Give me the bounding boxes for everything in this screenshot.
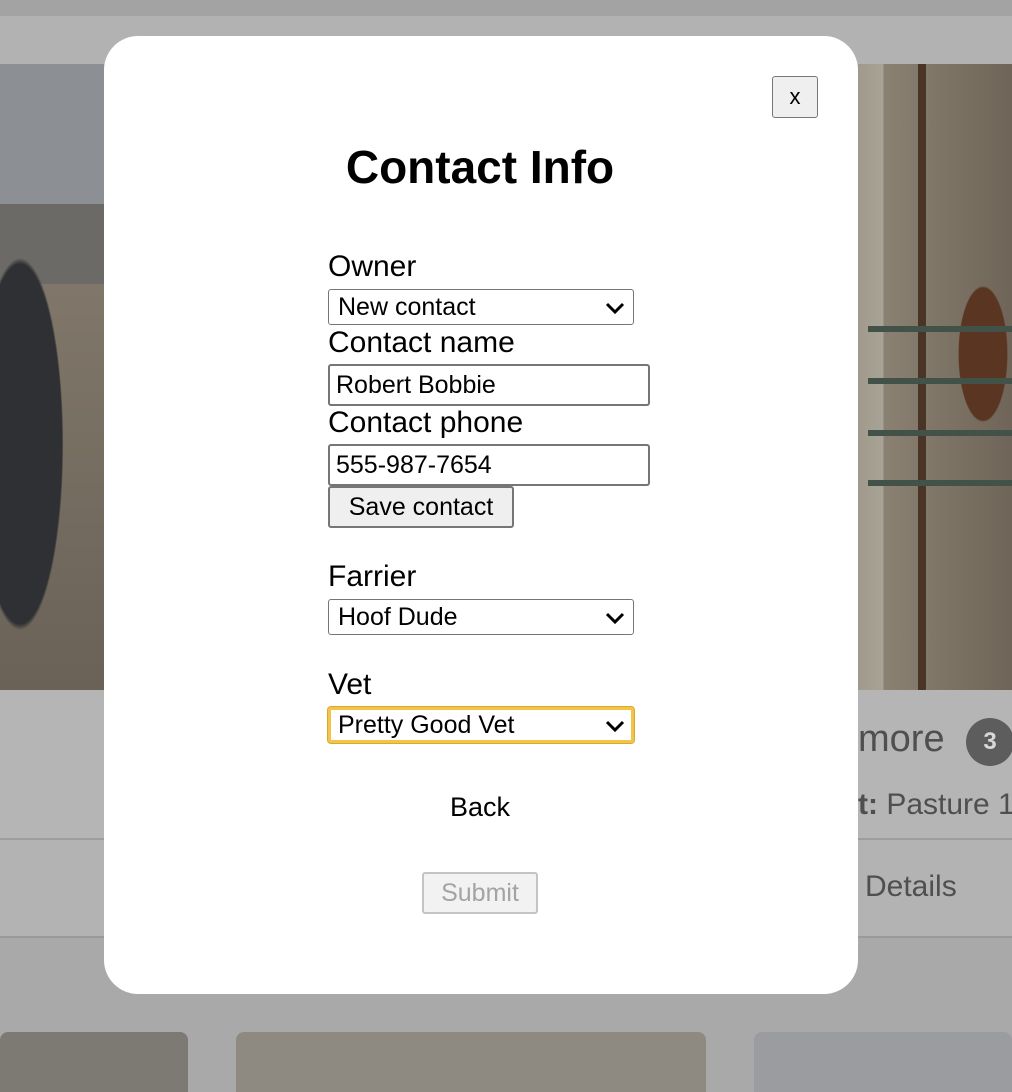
- background-horse-photo-right: [858, 64, 1012, 690]
- background-count-badge: 3: [966, 718, 1012, 766]
- farrier-select[interactable]: Hoof Dude: [328, 599, 634, 635]
- save-contact-button[interactable]: Save contact: [328, 486, 514, 528]
- contact-phone-label: Contact phone: [328, 406, 524, 439]
- owner-selected-value: New contact: [338, 293, 476, 321]
- vet-selected-value: Pretty Good Vet: [338, 711, 515, 739]
- location-value: Pasture 1: [886, 788, 1012, 821]
- fence-rail: [868, 430, 1012, 436]
- farrier-label: Farrier: [328, 560, 417, 593]
- vet-select[interactable]: Pretty Good Vet: [327, 706, 635, 744]
- background-details-tab: Details: [865, 870, 957, 903]
- chevron-down-icon: [605, 302, 625, 315]
- background-thumbnail-card: [236, 1032, 706, 1092]
- vet-label: Vet: [328, 668, 372, 701]
- background-thumbnail-card: [0, 1032, 188, 1092]
- location-label: t:: [858, 788, 878, 821]
- chevron-down-icon: [605, 720, 625, 733]
- modal-title: Contact Info: [345, 141, 615, 193]
- contact-name-input[interactable]: [328, 364, 650, 406]
- back-link[interactable]: Back: [104, 792, 856, 823]
- owner-select[interactable]: New contact: [328, 289, 634, 325]
- farrier-selected-value: Hoof Dude: [338, 603, 458, 631]
- background-top-bar: [0, 0, 1012, 16]
- fence-rail: [868, 480, 1012, 486]
- background-thumbnail-card: [754, 1032, 1012, 1092]
- fence-rail: [868, 378, 1012, 384]
- background-location: t: Pasture 1: [858, 788, 1012, 822]
- submit-button[interactable]: Submit: [422, 872, 538, 914]
- background-horse-photo-left: [0, 64, 104, 690]
- close-button[interactable]: x: [772, 76, 818, 118]
- fence-rail: [868, 326, 1012, 332]
- contact-phone-input[interactable]: [328, 444, 650, 486]
- owner-label: Owner: [328, 250, 417, 283]
- background-more-label: more: [858, 718, 945, 760]
- chevron-down-icon: [605, 612, 625, 625]
- contact-info-modal: x Contact Info Owner New contact Contact…: [104, 36, 858, 994]
- contact-name-label: Contact name: [328, 326, 515, 359]
